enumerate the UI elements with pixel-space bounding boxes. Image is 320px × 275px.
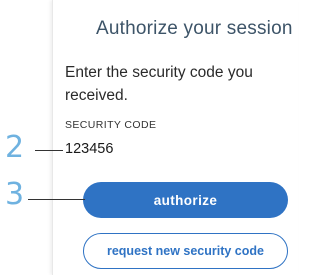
callout-leader-line-2 (35, 150, 63, 151)
authorize-session-card: Authorize your session Enter the securit… (52, 0, 298, 275)
authorize-button[interactable]: authorize (83, 182, 288, 218)
screenshot-stage: Authorize your session Enter the securit… (0, 0, 298, 275)
callout-marker-3: 3 (5, 177, 25, 212)
request-new-code-button[interactable]: request new security code (83, 233, 288, 269)
dialog-title: Authorize your session (96, 18, 293, 39)
callout-marker-2: 2 (5, 130, 25, 165)
security-code-input[interactable] (65, 141, 265, 157)
instructions-text: Enter the security code you received. (65, 64, 253, 104)
security-code-label: SECURITY CODE (65, 119, 157, 131)
callout-leader-line-3 (28, 199, 85, 200)
